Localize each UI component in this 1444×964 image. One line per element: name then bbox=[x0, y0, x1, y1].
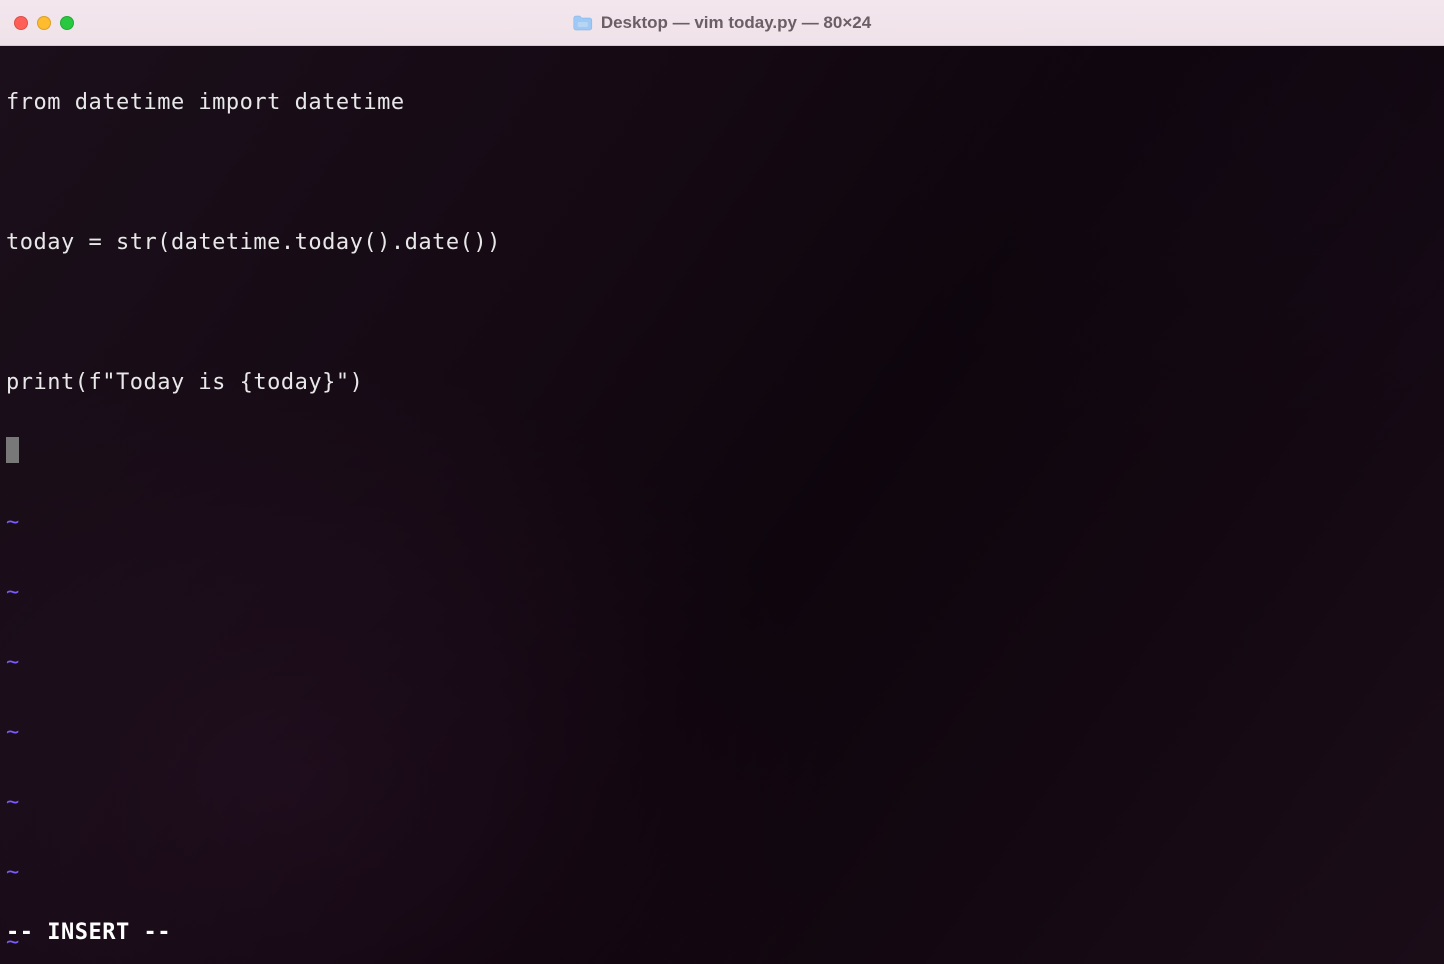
window-title-text: Desktop — vim today.py — 80×24 bbox=[601, 13, 871, 33]
empty-line-tilde: ~ bbox=[6, 715, 1438, 750]
empty-line-tilde: ~ bbox=[6, 855, 1438, 890]
code-line: from datetime import datetime bbox=[6, 85, 1438, 120]
empty-line-tilde: ~ bbox=[6, 575, 1438, 610]
vim-mode-status: -- INSERT -- bbox=[6, 915, 171, 950]
code-line: print(f"Today is {today}") bbox=[6, 365, 1438, 400]
window-title: Desktop — vim today.py — 80×24 bbox=[573, 13, 871, 33]
editor-content[interactable]: from datetime import datetime today = st… bbox=[0, 46, 1444, 964]
maximize-button[interactable] bbox=[60, 16, 74, 30]
minimize-button[interactable] bbox=[37, 16, 51, 30]
folder-icon bbox=[573, 15, 593, 31]
terminal-viewport[interactable]: from datetime import datetime today = st… bbox=[0, 46, 1444, 964]
code-line bbox=[6, 155, 1438, 190]
empty-line-tilde: ~ bbox=[6, 505, 1438, 540]
code-line bbox=[6, 295, 1438, 330]
cursor-block bbox=[6, 437, 19, 463]
window-titlebar: Desktop — vim today.py — 80×24 bbox=[0, 0, 1444, 46]
close-button[interactable] bbox=[14, 16, 28, 30]
empty-line-tilde: ~ bbox=[6, 785, 1438, 820]
traffic-lights bbox=[14, 16, 74, 30]
code-line: today = str(datetime.today().date()) bbox=[6, 225, 1438, 260]
empty-line-tilde: ~ bbox=[6, 925, 1438, 960]
cursor-line bbox=[6, 435, 1438, 470]
empty-line-tilde: ~ bbox=[6, 645, 1438, 680]
